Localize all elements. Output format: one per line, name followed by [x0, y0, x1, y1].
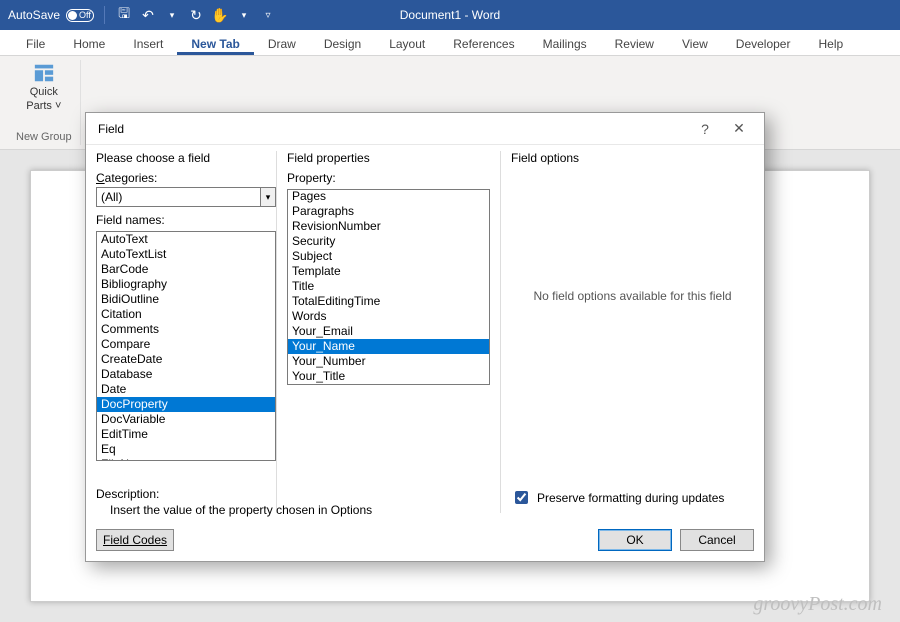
list-item[interactable]: Paragraphs	[288, 204, 489, 219]
preserve-formatting-input[interactable]	[515, 491, 528, 504]
customize-qat-icon[interactable]: ▿	[259, 6, 277, 24]
field-codes-button[interactable]: Field Codes	[96, 529, 174, 551]
list-item[interactable]: Eq	[97, 442, 275, 457]
list-item[interactable]: Your_Number	[288, 354, 489, 369]
ribbon-group-newgroup: Quick Parts ˅ New Group	[8, 60, 81, 145]
list-item[interactable]: EditTime	[97, 427, 275, 442]
ok-button[interactable]: OK	[598, 529, 672, 551]
panel-field-properties: Field properties Property: NameofApplica…	[276, 151, 501, 513]
list-item[interactable]: Citation	[97, 307, 275, 322]
close-button[interactable]: ✕	[722, 115, 756, 143]
tab-insert[interactable]: Insert	[119, 37, 177, 55]
autosave-label: AutoSave	[8, 8, 60, 22]
list-item[interactable]: AutoText	[97, 232, 275, 247]
list-item[interactable]: DocVariable	[97, 412, 275, 427]
watermark: groovyPost.com	[753, 593, 882, 616]
quick-parts-icon	[33, 62, 55, 84]
list-item[interactable]: Title	[288, 279, 489, 294]
list-item[interactable]: AutoTextList	[97, 247, 275, 262]
chevron-down-icon[interactable]: ▾	[163, 6, 181, 24]
redo-icon[interactable]: ↻	[187, 6, 205, 24]
description-text: Insert the value of the property chosen …	[96, 503, 516, 517]
list-item[interactable]: Your_Name	[288, 339, 489, 354]
list-item[interactable]: DocProperty	[97, 397, 275, 412]
field-options-title: Field options	[511, 151, 754, 165]
tab-mailings[interactable]: Mailings	[529, 37, 601, 55]
property-listbox[interactable]: NameofApplicationODMADocIdPagesParagraph…	[287, 189, 490, 385]
categories-combo[interactable]: ▾	[96, 187, 276, 207]
tab-new-tab[interactable]: New Tab	[177, 37, 253, 55]
list-item[interactable]: BarCode	[97, 262, 275, 277]
preserve-formatting-label: Preserve formatting during updates	[537, 491, 724, 505]
list-item[interactable]: Pages	[288, 189, 489, 204]
tab-layout[interactable]: Layout	[375, 37, 439, 55]
list-item[interactable]: Subject	[288, 249, 489, 264]
list-item[interactable]: RevisionNumber	[288, 219, 489, 234]
list-item[interactable]: Database	[97, 367, 275, 382]
tab-draw[interactable]: Draw	[254, 37, 310, 55]
chevron-down-icon[interactable]: ▾	[261, 187, 276, 207]
help-button[interactable]: ?	[688, 115, 722, 143]
list-item[interactable]: Bibliography	[97, 277, 275, 292]
chevron-down-icon[interactable]: ▾	[235, 6, 253, 24]
preserve-formatting-checkbox[interactable]: Preserve formatting during updates	[511, 488, 754, 507]
list-item[interactable]: CreateDate	[97, 352, 275, 367]
tab-developer[interactable]: Developer	[722, 37, 805, 55]
dialog-button-row: Field Codes OK Cancel	[86, 523, 764, 561]
tab-file[interactable]: File	[12, 37, 59, 55]
save-icon[interactable]: 🖫	[115, 6, 133, 24]
list-item[interactable]: FileName	[97, 457, 275, 461]
list-item[interactable]: TotalEditingTime	[288, 294, 489, 309]
field-properties-title: Field properties	[287, 151, 490, 165]
description-label: Description:	[96, 487, 516, 501]
cancel-button[interactable]: Cancel	[680, 529, 754, 551]
divider	[104, 6, 105, 24]
quick-parts-label1: Quick	[30, 86, 58, 98]
list-item[interactable]: Date	[97, 382, 275, 397]
list-item[interactable]: Your_Email	[288, 324, 489, 339]
autosave-state: Off	[79, 10, 91, 20]
property-label: Property:	[287, 171, 490, 185]
tab-home[interactable]: Home	[59, 37, 119, 55]
list-item[interactable]: Security	[288, 234, 489, 249]
list-item[interactable]: Compare	[97, 337, 275, 352]
ribbon-group-label: New Group	[16, 131, 72, 143]
dialog-title: Field	[98, 122, 688, 136]
panel-field-options: Field options No field options available…	[501, 151, 754, 513]
description-block: Description: Insert the value of the pro…	[96, 487, 516, 517]
ribbon-tabs: FileHomeInsertNew TabDrawDesignLayoutRef…	[0, 30, 900, 56]
panel-choose-field: Please choose a field Categories: ▾ Fiel…	[96, 151, 276, 513]
autosave-toggle[interactable]: AutoSave Off	[8, 8, 94, 22]
choose-field-label: Please choose a field	[96, 151, 276, 165]
field-names-label: Field names:	[96, 213, 276, 227]
list-item[interactable]: Template	[288, 264, 489, 279]
window-titlebar: AutoSave Off 🖫 ↶ ▾ ↻ ✋ ▾ ▿ Document1 - W…	[0, 0, 900, 30]
list-item[interactable]: Comments	[97, 322, 275, 337]
list-item[interactable]: Your_Title	[288, 369, 489, 384]
tab-view[interactable]: View	[668, 37, 722, 55]
dialog-titlebar: Field ? ✕	[86, 113, 764, 145]
quick-parts-button[interactable]: Quick Parts ˅	[26, 62, 61, 112]
field-names-listbox[interactable]: AutoTextAutoTextListBarCodeBibliographyB…	[96, 231, 276, 461]
touch-mode-icon[interactable]: ✋	[211, 6, 229, 24]
list-item[interactable]: Words	[288, 309, 489, 324]
tab-references[interactable]: References	[439, 37, 528, 55]
tab-design[interactable]: Design	[310, 37, 375, 55]
tab-review[interactable]: Review	[601, 37, 668, 55]
categories-label: Categories:	[96, 171, 276, 185]
undo-icon[interactable]: ↶	[139, 6, 157, 24]
field-dialog: Field ? ✕ Please choose a field Categori…	[85, 112, 765, 562]
tab-help[interactable]: Help	[804, 37, 857, 55]
quick-parts-label2: Parts ˅	[26, 100, 61, 112]
categories-input[interactable]	[96, 187, 261, 207]
no-options-message: No field options available for this fiel…	[511, 289, 754, 303]
list-item[interactable]: BidiOutline	[97, 292, 275, 307]
